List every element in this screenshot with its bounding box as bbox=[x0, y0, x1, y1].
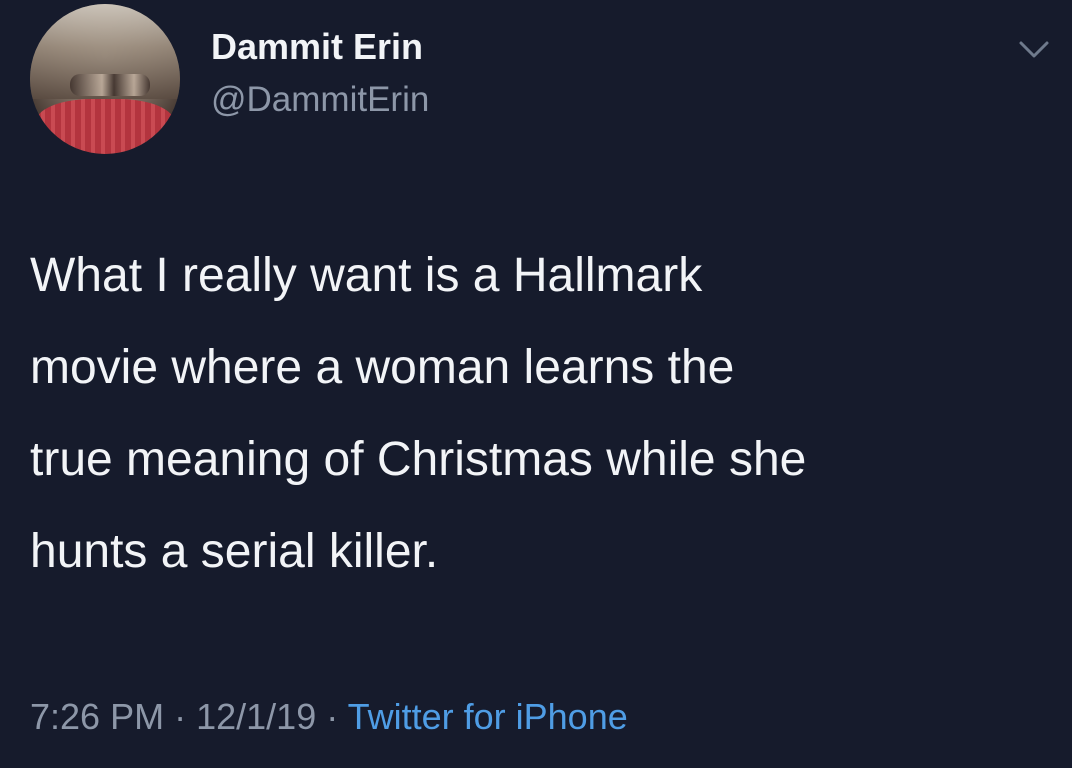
tweet-meta: 7:26 PM · 12/1/19 · Twitter for iPhone bbox=[30, 696, 628, 738]
tweet-text-line: true meaning of Christmas while she bbox=[30, 433, 807, 486]
tweet-date[interactable]: 12/1/19 bbox=[196, 696, 316, 737]
meta-separator: · bbox=[326, 696, 339, 737]
avatar[interactable] bbox=[30, 4, 180, 154]
display-name[interactable]: Dammit Erin bbox=[211, 26, 423, 68]
tweet-card: Dammit Erin @DammitErin What I really wa… bbox=[0, 0, 1072, 768]
tweet-text: What I really want is a Hallmark movie w… bbox=[30, 230, 1050, 598]
tweet-text-line: movie where a woman learns the bbox=[30, 341, 735, 394]
tweet-time[interactable]: 7:26 PM bbox=[30, 696, 164, 737]
tweet-text-line: What I really want is a Hallmark bbox=[30, 249, 703, 302]
chevron-down-icon[interactable] bbox=[1017, 38, 1051, 62]
tweet-text-line: hunts a serial killer. bbox=[30, 525, 439, 578]
meta-separator: · bbox=[174, 696, 187, 737]
avatar-eyes bbox=[70, 74, 150, 96]
avatar-scarf bbox=[35, 99, 175, 154]
user-handle[interactable]: @DammitErin bbox=[211, 80, 429, 120]
tweet-source-link[interactable]: Twitter for iPhone bbox=[348, 696, 628, 737]
